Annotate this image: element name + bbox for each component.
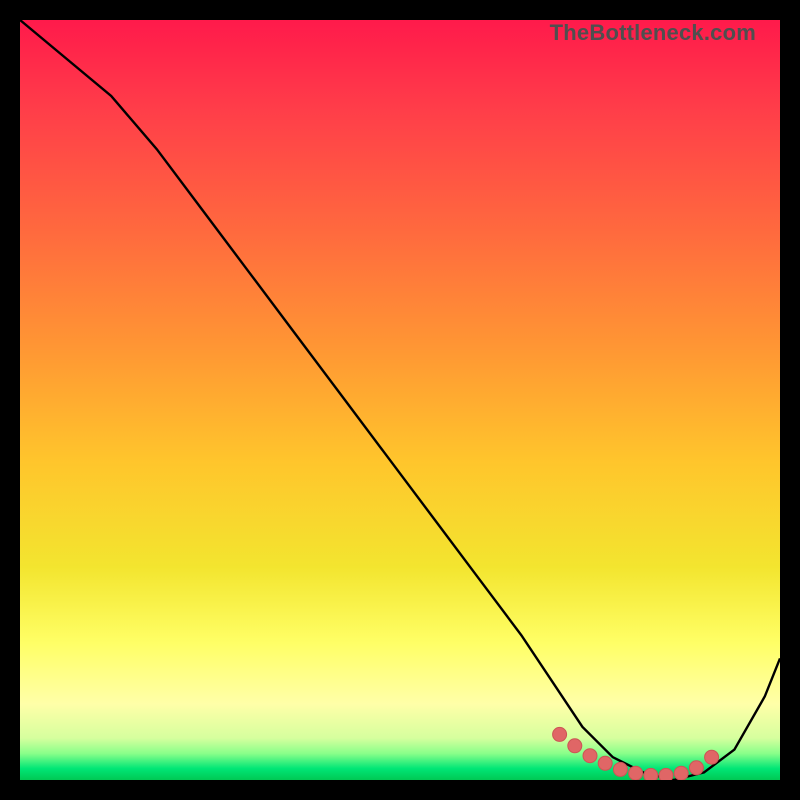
marker-dot <box>629 766 643 780</box>
marker-dot <box>659 768 673 780</box>
marker-dot <box>644 768 658 780</box>
marker-dot <box>553 727 567 741</box>
plot-area: TheBottleneck.com <box>20 20 780 780</box>
marker-dot <box>583 749 597 763</box>
marker-dot <box>598 756 612 770</box>
marker-dot <box>705 750 719 764</box>
marker-dot <box>613 762 627 776</box>
marker-dot <box>674 766 688 780</box>
marker-dot <box>568 739 582 753</box>
marker-dot <box>689 761 703 775</box>
gradient-background <box>20 20 780 780</box>
watermark-text: TheBottleneck.com <box>550 20 756 46</box>
chart-svg <box>20 20 780 780</box>
outer-frame: TheBottleneck.com <box>0 0 800 800</box>
